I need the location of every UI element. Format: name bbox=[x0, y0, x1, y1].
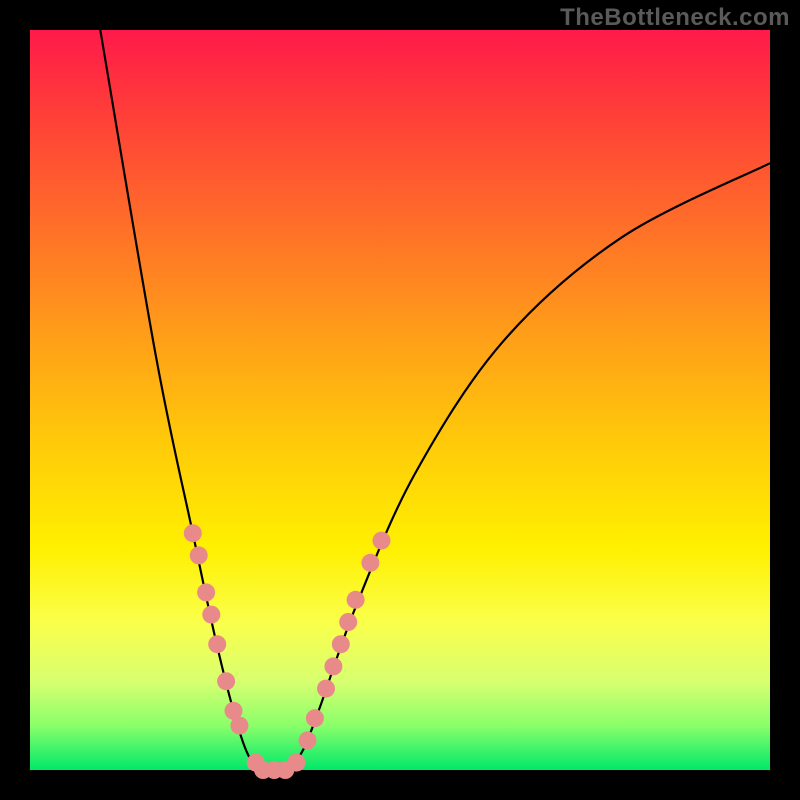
right-markers-point bbox=[361, 554, 379, 572]
right-markers-point bbox=[373, 532, 391, 550]
right-markers-point bbox=[317, 680, 335, 698]
right-markers-point bbox=[299, 731, 317, 749]
left-markers-point bbox=[197, 583, 215, 601]
left-markers-point bbox=[217, 672, 235, 690]
right-markers-point bbox=[347, 591, 365, 609]
left-markers-point bbox=[230, 717, 248, 735]
right-markers-point bbox=[306, 709, 324, 727]
chart-svg bbox=[30, 30, 770, 770]
right-markers-point bbox=[324, 657, 342, 675]
left-markers-point bbox=[208, 635, 226, 653]
left-markers-point bbox=[184, 524, 202, 542]
chart-frame: TheBottleneck.com bbox=[0, 0, 800, 800]
plot-area bbox=[30, 30, 770, 770]
right-markers-point bbox=[287, 754, 305, 772]
right-markers-point bbox=[339, 613, 357, 631]
right-markers-point bbox=[332, 635, 350, 653]
left-markers-point bbox=[190, 546, 208, 564]
left-markers-point bbox=[202, 606, 220, 624]
bottleneck-curve bbox=[100, 30, 770, 772]
watermark-text: TheBottleneck.com bbox=[560, 4, 790, 32]
